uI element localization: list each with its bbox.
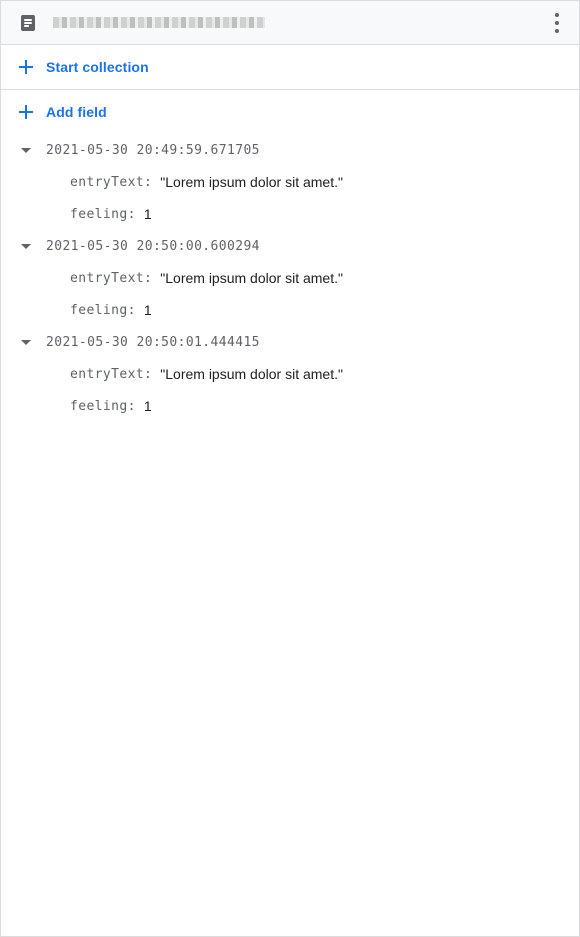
field-row[interactable]: entryText: "Lorem ipsum dolor sit amet." xyxy=(1,262,579,294)
field-value: "Lorem ipsum dolor sit amet." xyxy=(160,366,343,382)
map-entry-header[interactable]: 2021-05-30 20:49:59.671705 xyxy=(1,134,579,166)
map-entry-key: 2021-05-30 20:50:01.444415 xyxy=(46,334,260,350)
field-key: feeling: xyxy=(70,302,136,318)
document-header: DOC-ID-REDACTED xyxy=(1,1,579,45)
field-value: 1 xyxy=(143,398,152,414)
document-panel: DOC-ID-REDACTED Start collection Add fie… xyxy=(0,0,580,937)
start-collection-label: Start collection xyxy=(46,59,149,75)
field-value: 1 xyxy=(143,206,152,222)
field-row[interactable]: entryText: "Lorem ipsum dolor sit amet." xyxy=(1,166,579,198)
add-field-label: Add field xyxy=(46,104,107,120)
field-value: 1 xyxy=(143,302,152,318)
map-entry-key: 2021-05-30 20:50:00.600294 xyxy=(46,238,260,254)
field-key: feeling: xyxy=(70,398,136,414)
map-entry: 2021-05-30 20:50:01.444415 entryText: "L… xyxy=(1,326,579,422)
start-collection-button[interactable]: Start collection xyxy=(1,45,579,90)
more-vert-icon[interactable] xyxy=(549,13,565,33)
map-entry-header[interactable]: 2021-05-30 20:50:01.444415 xyxy=(1,326,579,358)
field-key: entryText: xyxy=(70,366,153,382)
field-value: "Lorem ipsum dolor sit amet." xyxy=(160,174,343,190)
caret-down-icon[interactable] xyxy=(21,147,31,153)
caret-down-icon[interactable] xyxy=(21,339,31,345)
field-value: "Lorem ipsum dolor sit amet." xyxy=(160,270,343,286)
document-icon xyxy=(21,14,35,31)
map-entry: 2021-05-30 20:49:59.671705 entryText: "L… xyxy=(1,134,579,230)
field-row[interactable]: feeling: 1 xyxy=(1,390,579,422)
field-key: feeling: xyxy=(70,206,136,222)
document-id[interactable]: DOC-ID-REDACTED xyxy=(53,17,265,28)
map-entry-key: 2021-05-30 20:49:59.671705 xyxy=(46,142,260,158)
map-entry-header[interactable]: 2021-05-30 20:50:00.600294 xyxy=(1,230,579,262)
field-tree: 2021-05-30 20:49:59.671705 entryText: "L… xyxy=(1,134,579,422)
plus-icon xyxy=(19,60,33,74)
field-row[interactable]: feeling: 1 xyxy=(1,294,579,326)
caret-down-icon[interactable] xyxy=(21,243,31,249)
field-key: entryText: xyxy=(70,270,153,286)
map-entry: 2021-05-30 20:50:00.600294 entryText: "L… xyxy=(1,230,579,326)
field-row[interactable]: entryText: "Lorem ipsum dolor sit amet." xyxy=(1,358,579,390)
field-key: entryText: xyxy=(70,174,153,190)
field-row[interactable]: feeling: 1 xyxy=(1,198,579,230)
add-field-button[interactable]: Add field xyxy=(1,90,579,134)
plus-icon xyxy=(19,105,33,119)
